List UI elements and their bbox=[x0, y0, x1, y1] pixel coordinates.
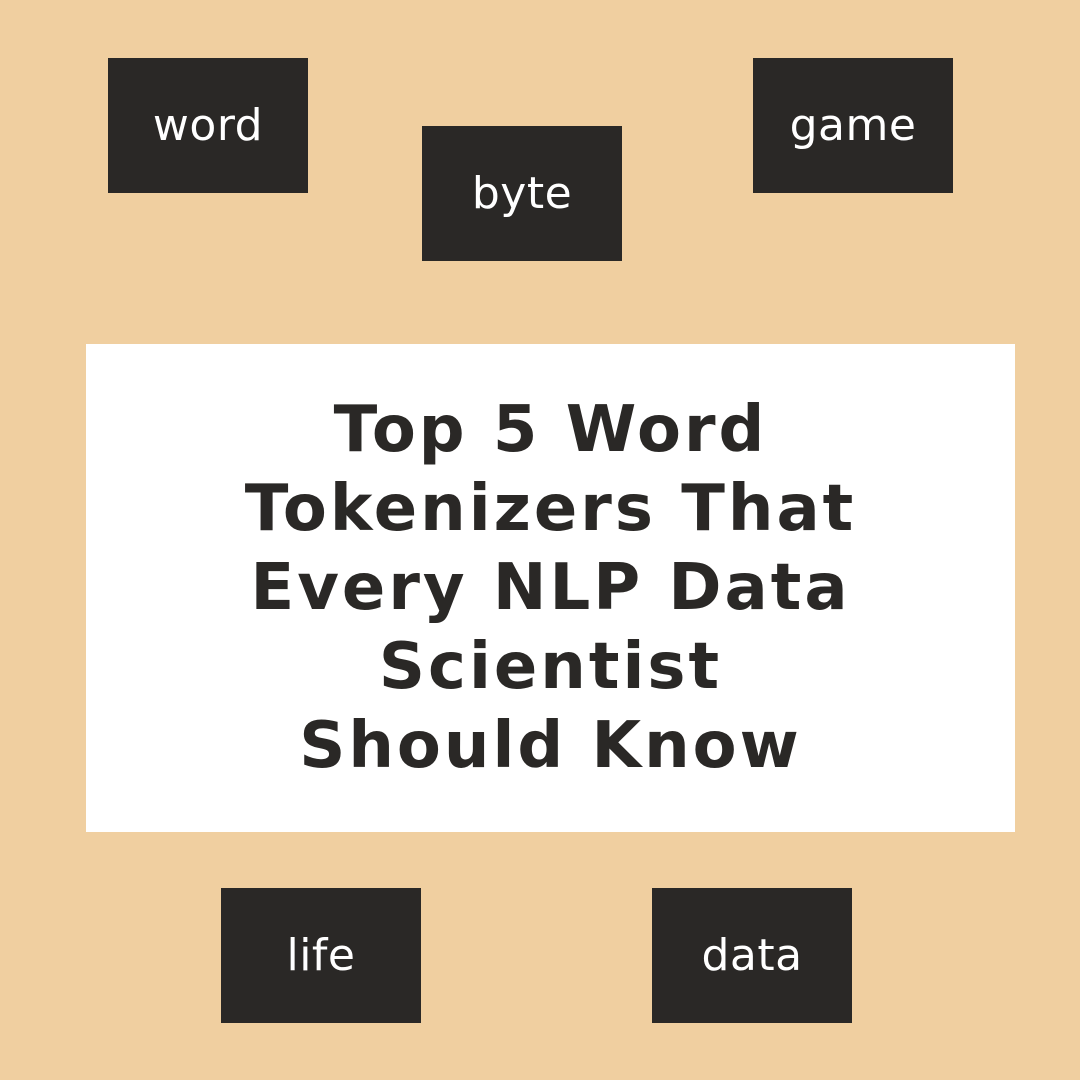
title-panel: Top 5 Word Tokenizers That Every NLP Dat… bbox=[86, 344, 1015, 832]
title-line-4: Scientist bbox=[378, 629, 723, 704]
title-line-1: Top 5 Word bbox=[333, 392, 768, 467]
token-box-life: life bbox=[221, 888, 421, 1023]
token-box-byte: byte bbox=[422, 126, 622, 261]
token-box-word: word bbox=[108, 58, 308, 193]
token-label-word: word bbox=[152, 100, 264, 151]
title-line-3: Every NLP Data bbox=[250, 550, 851, 625]
token-label-life: life bbox=[286, 930, 356, 981]
title-line-5: Should Know bbox=[299, 708, 802, 783]
poster-title: Top 5 Word Tokenizers That Every NLP Dat… bbox=[245, 391, 856, 786]
token-label-data: data bbox=[701, 930, 803, 981]
token-label-game: game bbox=[789, 100, 917, 151]
token-box-game: game bbox=[753, 58, 953, 193]
token-box-data: data bbox=[652, 888, 852, 1023]
title-line-2: Tokenizers That bbox=[244, 471, 857, 546]
token-label-byte: byte bbox=[471, 168, 573, 219]
poster-canvas: word byte game Top 5 Word Tokenizers Tha… bbox=[0, 0, 1080, 1080]
